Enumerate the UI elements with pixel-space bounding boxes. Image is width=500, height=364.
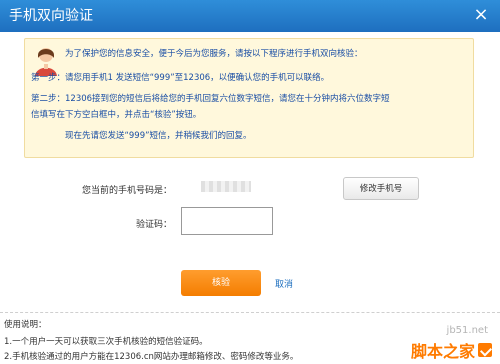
usage-title: 使用说明：	[4, 320, 47, 330]
watermark-logo: 脚本之家	[411, 339, 492, 361]
dialog-title: 手机双向验证	[9, 8, 93, 24]
notice-closing: 现在先请您发送“999”短信，并稍候我们的回复。	[65, 131, 252, 141]
usage-item-1: 1.一个用户一天可以获取三次手机核验的短信验证码。	[4, 337, 208, 347]
phone-number-label: 您当前的手机号码是：	[81, 186, 172, 196]
modify-phone-button[interactable]: 修改手机号	[343, 177, 419, 200]
notice-step-2: 第二步：12306接到您的短信后将给您的手机回复六位数字短信，请您在十分钟内将六…	[31, 94, 390, 104]
watermark-site: jb51.net	[446, 325, 488, 336]
masked-phone-number	[201, 181, 251, 192]
cancel-link[interactable]: 取消	[275, 277, 293, 290]
watermark-logo-icon	[478, 343, 492, 357]
verification-code-input[interactable]	[181, 207, 273, 235]
instruction-panel: 为了保护您的信息安全，便于今后为您服务，请按以下程序进行手机双向核验： 第一步：…	[24, 38, 474, 158]
notice-intro: 为了保护您的信息安全，便于今后为您服务，请按以下程序进行手机双向核验：	[65, 49, 363, 59]
usage-item-2: 2.手机核验通过的用户方能在12306.cn网站办理邮箱修改、密码修改等业务。	[4, 352, 299, 362]
notice-step-2-continued: 信填写在下方空白框中，并点击“核验”按钮。	[31, 110, 202, 120]
dialog-title-bar: 手机双向验证 ×	[0, 0, 500, 32]
dashed-divider	[0, 312, 500, 313]
notice-step-1: 第一步：请您用手机1 发送短信“999”至12306，以便确认您的手机可以联络。	[31, 73, 330, 83]
verification-code-label: 验证码：	[135, 220, 172, 230]
verify-button[interactable]: 核验	[181, 270, 261, 296]
watermark-logo-text: 脚本之家	[410, 342, 475, 361]
close-icon[interactable]: ×	[471, 5, 491, 25]
